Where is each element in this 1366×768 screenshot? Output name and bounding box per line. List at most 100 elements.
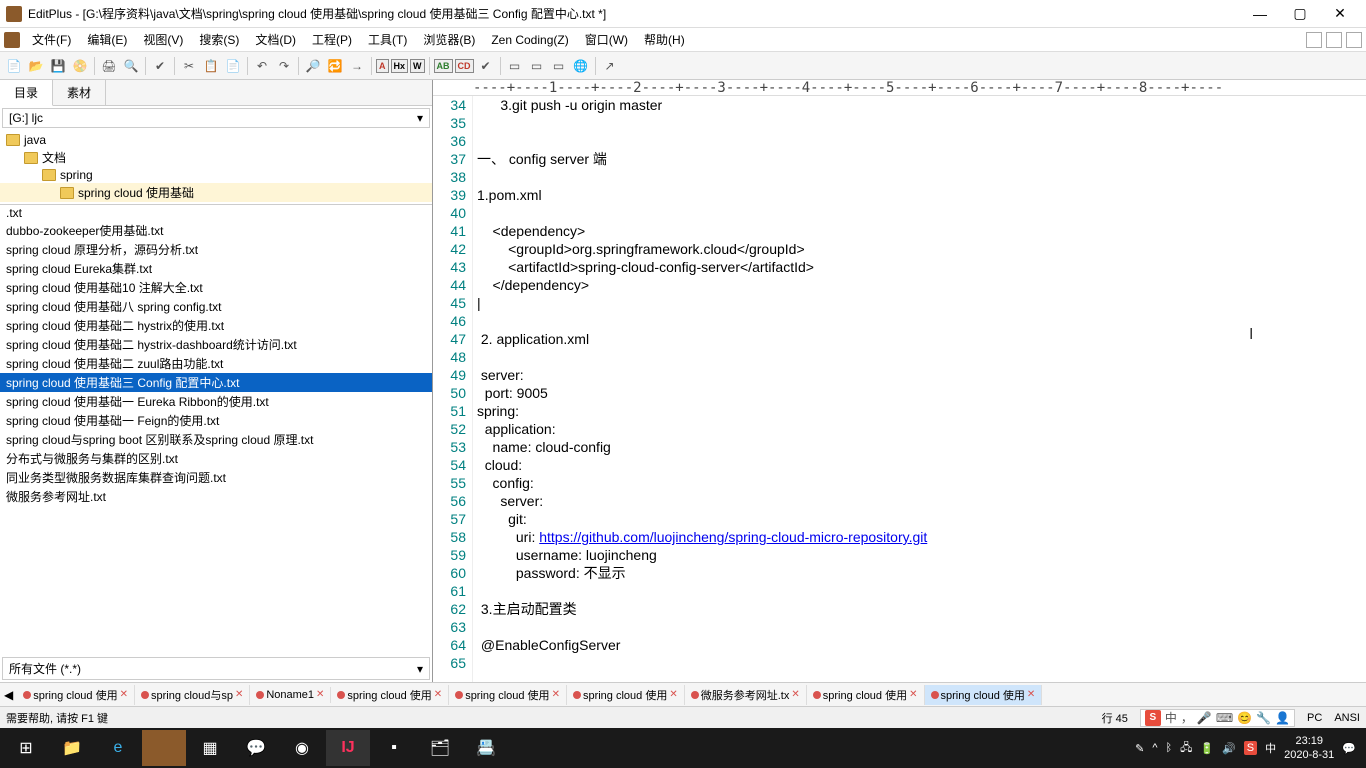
- wrap-badge[interactable]: W: [410, 59, 425, 73]
- editplus-icon[interactable]: [142, 730, 186, 766]
- saveall-button[interactable]: 📀: [70, 56, 90, 76]
- col2-button[interactable]: ▭: [527, 56, 547, 76]
- ie-icon[interactable]: e: [96, 730, 140, 766]
- file-item[interactable]: spring cloud 原理分析，源码分析.txt: [0, 240, 432, 259]
- tree-node[interactable]: spring: [0, 167, 432, 183]
- file-item[interactable]: dubbo-zookeeper使用基础.txt: [0, 221, 432, 240]
- document-tab[interactable]: Noname1✕: [250, 687, 331, 703]
- mdi-max-icon[interactable]: [1326, 32, 1342, 48]
- col3-button[interactable]: ▭: [549, 56, 569, 76]
- minimize-button[interactable]: —: [1240, 2, 1280, 26]
- undo-button[interactable]: ↶: [252, 56, 272, 76]
- terminal-icon[interactable]: ▪: [372, 730, 416, 766]
- open-button[interactable]: 📂: [26, 56, 46, 76]
- file-item[interactable]: 同业务类型微服务数据库集群查询问题.txt: [0, 468, 432, 487]
- document-tab[interactable]: spring cloud 使用✕: [17, 685, 135, 705]
- taskbar-clock[interactable]: 23:19 2020-8-31: [1284, 734, 1334, 762]
- redo-button[interactable]: ↷: [274, 56, 294, 76]
- file-item[interactable]: 分布式与微服务与集群的区别.txt: [0, 449, 432, 468]
- tray-net-icon[interactable]: 🖧: [1180, 739, 1192, 758]
- tray-pen-icon[interactable]: ✎: [1135, 742, 1144, 755]
- find-button[interactable]: 🔎: [303, 56, 323, 76]
- filter-dropdown[interactable]: 所有文件 (*.*) ▾: [2, 657, 430, 680]
- menu-item[interactable]: 搜索(S): [191, 31, 247, 49]
- tab-close-icon[interactable]: ✕: [552, 689, 560, 700]
- menu-item[interactable]: 工具(T): [360, 31, 415, 49]
- tray-up-icon[interactable]: ^: [1152, 742, 1157, 754]
- file-item[interactable]: spring cloud 使用基础一 Feign的使用.txt: [0, 411, 432, 430]
- ime-emoji-icon[interactable]: 😊: [1237, 711, 1252, 725]
- check-button[interactable]: ✔: [476, 56, 496, 76]
- path-dropdown[interactable]: [G:] ljc ▾: [2, 108, 430, 128]
- tray-vol-icon[interactable]: 🔊: [1222, 742, 1236, 755]
- tab-close-icon[interactable]: ✕: [1027, 689, 1035, 700]
- file-item[interactable]: spring cloud Eureka集群.txt: [0, 259, 432, 278]
- hx-badge[interactable]: Hx: [391, 59, 409, 73]
- new-button[interactable]: 📄: [4, 56, 24, 76]
- tab-material[interactable]: 素材: [53, 80, 106, 105]
- tab-close-icon[interactable]: ✕: [669, 689, 677, 700]
- tab-close-icon[interactable]: ✕: [434, 689, 442, 700]
- git-url-link[interactable]: https://github.com/luojincheng/spring-cl…: [539, 529, 927, 545]
- file-item[interactable]: spring cloud 使用基础二 hystrix的使用.txt: [0, 316, 432, 335]
- tab-directory[interactable]: 目录: [0, 80, 53, 106]
- document-tab[interactable]: spring cloud与sp✕: [135, 685, 250, 705]
- menu-item[interactable]: 文档(D): [247, 31, 304, 49]
- document-tab[interactable]: spring cloud 使用✕: [449, 685, 567, 705]
- ime-punct-icon[interactable]: ，: [1181, 709, 1193, 726]
- document-tab[interactable]: 微服务参考网址.tx✕: [685, 685, 807, 705]
- document-tab[interactable]: spring cloud 使用✕: [807, 685, 925, 705]
- maximize-button[interactable]: ▢: [1280, 2, 1320, 26]
- notifications-icon[interactable]: 💬: [1342, 742, 1356, 755]
- paste-button[interactable]: 📄: [223, 56, 243, 76]
- file-item[interactable]: .txt: [0, 205, 432, 221]
- ime-user-icon[interactable]: 👤: [1275, 711, 1290, 725]
- code-text[interactable]: 3.git push -u origin master 一、 config se…: [473, 96, 1366, 682]
- app-icon-1[interactable]: ▦: [188, 730, 232, 766]
- spell-button[interactable]: ✔: [150, 56, 170, 76]
- menu-item[interactable]: 浏览器(B): [415, 31, 483, 49]
- file-item[interactable]: spring cloud 使用基础三 Config 配置中心.txt: [0, 373, 432, 392]
- code-area[interactable]: 3435363738394041424344454647484950515253…: [433, 96, 1366, 682]
- goto-button[interactable]: →: [347, 56, 367, 76]
- system-tray[interactable]: ✎ ^ ᛒ 🖧 🔋 🔊 S 中 23:19 2020-8-31 💬: [1135, 734, 1362, 762]
- tree-node[interactable]: spring cloud 使用基础: [0, 183, 432, 202]
- tray-bt-icon[interactable]: ᛒ: [1166, 742, 1173, 754]
- file-item[interactable]: spring cloud 使用基础10 注解大全.txt: [0, 278, 432, 297]
- tab-close-icon[interactable]: ✕: [791, 689, 799, 700]
- replace-button[interactable]: 🔁: [325, 56, 345, 76]
- file-item[interactable]: 微服务参考网址.txt: [0, 487, 432, 506]
- html-a-badge[interactable]: A: [376, 59, 389, 73]
- app-icon-2[interactable]: 🗂: [418, 730, 462, 766]
- document-tab[interactable]: spring cloud 使用✕: [567, 685, 685, 705]
- file-item[interactable]: spring cloud 使用基础二 hystrix-dashboard统计访问…: [0, 335, 432, 354]
- col1-button[interactable]: ▭: [505, 56, 525, 76]
- document-tab[interactable]: spring cloud 使用✕: [925, 685, 1043, 705]
- mdi-min-icon[interactable]: [1306, 32, 1322, 48]
- intellij-icon[interactable]: IJ: [326, 730, 370, 766]
- ime-mic-icon[interactable]: 🎤: [1197, 711, 1212, 725]
- menu-item[interactable]: Zen Coding(Z): [483, 31, 576, 49]
- close-button[interactable]: ✕: [1320, 2, 1360, 26]
- menu-item[interactable]: 帮助(H): [636, 31, 693, 49]
- file-item[interactable]: spring cloud 使用基础一 Eureka Ribbon的使用.txt: [0, 392, 432, 411]
- menu-item[interactable]: 编辑(E): [79, 31, 135, 49]
- file-item[interactable]: spring cloud与spring boot 区别联系及spring clo…: [0, 430, 432, 449]
- ime-tool-icon[interactable]: 🔧: [1256, 711, 1271, 725]
- start-button[interactable]: ⊞: [4, 730, 48, 766]
- ime-lang[interactable]: 中: [1165, 709, 1177, 726]
- wechat-icon[interactable]: 💬: [234, 730, 278, 766]
- cut-button[interactable]: ✂: [179, 56, 199, 76]
- tab-close-icon[interactable]: ✕: [235, 689, 243, 700]
- menu-item[interactable]: 视图(V): [135, 31, 191, 49]
- tab-close-icon[interactable]: ✕: [909, 689, 917, 700]
- ime-keyboard-icon[interactable]: ⌨: [1216, 711, 1233, 725]
- explorer-icon[interactable]: 📁: [50, 730, 94, 766]
- copy-button[interactable]: 📋: [201, 56, 221, 76]
- file-item[interactable]: spring cloud 使用基础二 zuul路由功能.txt: [0, 354, 432, 373]
- tray-lang-icon[interactable]: 中: [1265, 740, 1276, 756]
- save-button[interactable]: 💾: [48, 56, 68, 76]
- menu-item[interactable]: 文件(F): [24, 31, 79, 49]
- ime-bar[interactable]: S 中 ， 🎤 ⌨ 😊 🔧 👤: [1140, 709, 1295, 727]
- ab-badge[interactable]: AB: [434, 59, 453, 73]
